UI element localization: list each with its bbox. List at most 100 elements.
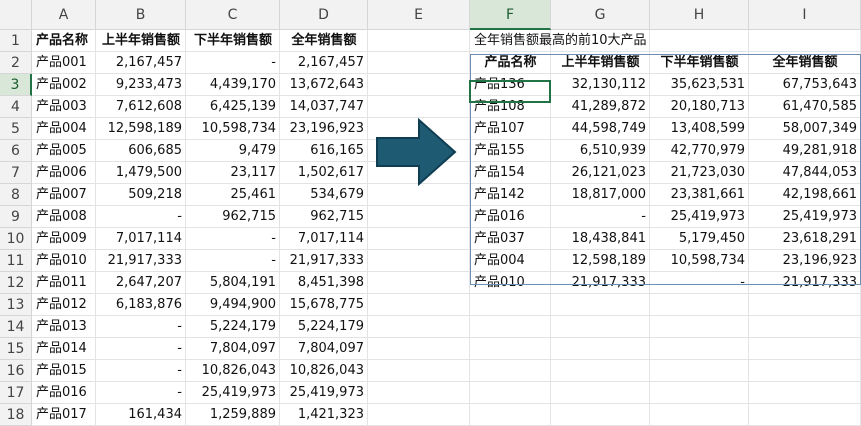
cell-E17[interactable] xyxy=(368,382,470,404)
result-cell[interactable]: 产品016 xyxy=(470,206,551,228)
cell-E13[interactable] xyxy=(368,294,470,316)
cell-H15[interactable] xyxy=(650,338,749,360)
cell-E8[interactable] xyxy=(368,184,470,206)
source-cell[interactable]: - xyxy=(186,52,280,74)
cell-H17[interactable] xyxy=(650,382,749,404)
column-header-D[interactable]: D xyxy=(280,0,368,30)
source-cell[interactable]: 7,804,097 xyxy=(280,338,368,360)
result-cell[interactable]: 32,130,112 xyxy=(551,74,650,96)
source-cell[interactable]: 7,804,097 xyxy=(186,338,280,360)
result-cell[interactable]: 产品154 xyxy=(470,162,551,184)
cell-I13[interactable] xyxy=(749,294,861,316)
source-cell[interactable]: - xyxy=(96,382,186,404)
result-cell[interactable]: 产品010 xyxy=(470,272,551,294)
cell-E3[interactable] xyxy=(368,74,470,96)
cell-E14[interactable] xyxy=(368,316,470,338)
cell-I16[interactable] xyxy=(749,360,861,382)
row-header-7[interactable]: 7 xyxy=(0,162,32,184)
result-cell[interactable]: 61,470,585 xyxy=(749,96,861,118)
result-header-3[interactable]: 全年销售额 xyxy=(749,52,861,74)
result-cell[interactable]: 35,623,531 xyxy=(650,74,749,96)
cell-F17[interactable] xyxy=(470,382,551,404)
source-cell[interactable]: - xyxy=(96,206,186,228)
source-cell[interactable]: 产品008 xyxy=(32,206,96,228)
source-cell[interactable]: 产品005 xyxy=(32,140,96,162)
row-header-13[interactable]: 13 xyxy=(0,294,32,316)
source-cell[interactable]: - xyxy=(186,228,280,250)
result-cell[interactable]: 18,817,000 xyxy=(551,184,650,206)
row-header-11[interactable]: 11 xyxy=(0,250,32,272)
source-cell[interactable]: 23,117 xyxy=(186,162,280,184)
cell-I14[interactable] xyxy=(749,316,861,338)
source-cell[interactable]: 1,479,500 xyxy=(96,162,186,184)
result-cell[interactable]: 26,121,023 xyxy=(551,162,650,184)
column-header-I[interactable]: I xyxy=(749,0,861,30)
source-cell[interactable]: 1,259,889 xyxy=(186,404,280,426)
cell-E2[interactable] xyxy=(368,52,470,74)
source-cell[interactable]: 606,685 xyxy=(96,140,186,162)
result-cell[interactable]: 产品037 xyxy=(470,228,551,250)
result-cell[interactable]: 12,598,189 xyxy=(551,250,650,272)
row-header-15[interactable]: 15 xyxy=(0,338,32,360)
result-cell[interactable]: 23,618,291 xyxy=(749,228,861,250)
cell-E9[interactable] xyxy=(368,206,470,228)
cell-H13[interactable] xyxy=(650,294,749,316)
source-cell[interactable]: 15,678,775 xyxy=(280,294,368,316)
result-cell[interactable]: 44,598,749 xyxy=(551,118,650,140)
result-cell[interactable]: 21,917,333 xyxy=(551,272,650,294)
result-cell[interactable]: 13,408,599 xyxy=(650,118,749,140)
source-cell[interactable]: 产品002 xyxy=(32,74,96,96)
cell-I15[interactable] xyxy=(749,338,861,360)
column-header-F[interactable]: F xyxy=(470,0,551,30)
source-cell[interactable]: 产品017 xyxy=(32,404,96,426)
source-cell[interactable]: 509,218 xyxy=(96,184,186,206)
row-header-8[interactable]: 8 xyxy=(0,184,32,206)
source-cell[interactable]: 534,679 xyxy=(280,184,368,206)
result-header-0[interactable]: 产品名称 xyxy=(470,52,551,74)
source-cell[interactable]: 9,494,900 xyxy=(186,294,280,316)
cell-G17[interactable] xyxy=(551,382,650,404)
row-header-3[interactable]: 3 xyxy=(0,74,32,96)
row-header-4[interactable]: 4 xyxy=(0,96,32,118)
row-header-10[interactable]: 10 xyxy=(0,228,32,250)
column-header-E[interactable]: E xyxy=(368,0,470,30)
result-cell[interactable]: 42,198,661 xyxy=(749,184,861,206)
cell-E11[interactable] xyxy=(368,250,470,272)
source-cell[interactable]: 产品006 xyxy=(32,162,96,184)
source-cell[interactable]: 产品011 xyxy=(32,272,96,294)
source-cell[interactable]: 产品013 xyxy=(32,316,96,338)
result-cell[interactable]: 25,419,973 xyxy=(749,206,861,228)
source-cell[interactable]: 6,183,876 xyxy=(96,294,186,316)
column-header-B[interactable]: B xyxy=(96,0,186,30)
source-cell[interactable]: 5,804,191 xyxy=(186,272,280,294)
cell-E18[interactable] xyxy=(368,404,470,426)
source-cell[interactable]: 10,598,734 xyxy=(186,118,280,140)
result-cell[interactable]: 21,723,030 xyxy=(650,162,749,184)
cell-F15[interactable] xyxy=(470,338,551,360)
cell-H18[interactable] xyxy=(650,404,749,426)
cell-H14[interactable] xyxy=(650,316,749,338)
source-cell[interactable]: 1,502,617 xyxy=(280,162,368,184)
result-title[interactable]: 全年销售额最高的前10大产品 xyxy=(470,30,770,52)
source-cell[interactable]: 25,419,973 xyxy=(280,382,368,404)
source-cell[interactable]: 产品015 xyxy=(32,360,96,382)
cell-G18[interactable] xyxy=(551,404,650,426)
source-cell[interactable]: 9,233,473 xyxy=(96,74,186,96)
source-cell[interactable]: 2,167,457 xyxy=(96,52,186,74)
row-header-14[interactable]: 14 xyxy=(0,316,32,338)
row-header-2[interactable]: 2 xyxy=(0,52,32,74)
source-cell[interactable]: 产品001 xyxy=(32,52,96,74)
result-cell[interactable]: 产品004 xyxy=(470,250,551,272)
source-cell[interactable]: 2,647,207 xyxy=(96,272,186,294)
row-header-9[interactable]: 9 xyxy=(0,206,32,228)
column-header-C[interactable]: C xyxy=(186,0,280,30)
source-cell[interactable]: 5,224,179 xyxy=(186,316,280,338)
cell-E16[interactable] xyxy=(368,360,470,382)
cell-G16[interactable] xyxy=(551,360,650,382)
result-cell[interactable]: 23,196,923 xyxy=(749,250,861,272)
cell-G15[interactable] xyxy=(551,338,650,360)
source-cell[interactable]: 25,419,973 xyxy=(186,382,280,404)
source-header-3[interactable]: 全年销售额 xyxy=(280,30,368,52)
source-cell[interactable]: 2,167,457 xyxy=(280,52,368,74)
source-cell[interactable]: 10,826,043 xyxy=(186,360,280,382)
